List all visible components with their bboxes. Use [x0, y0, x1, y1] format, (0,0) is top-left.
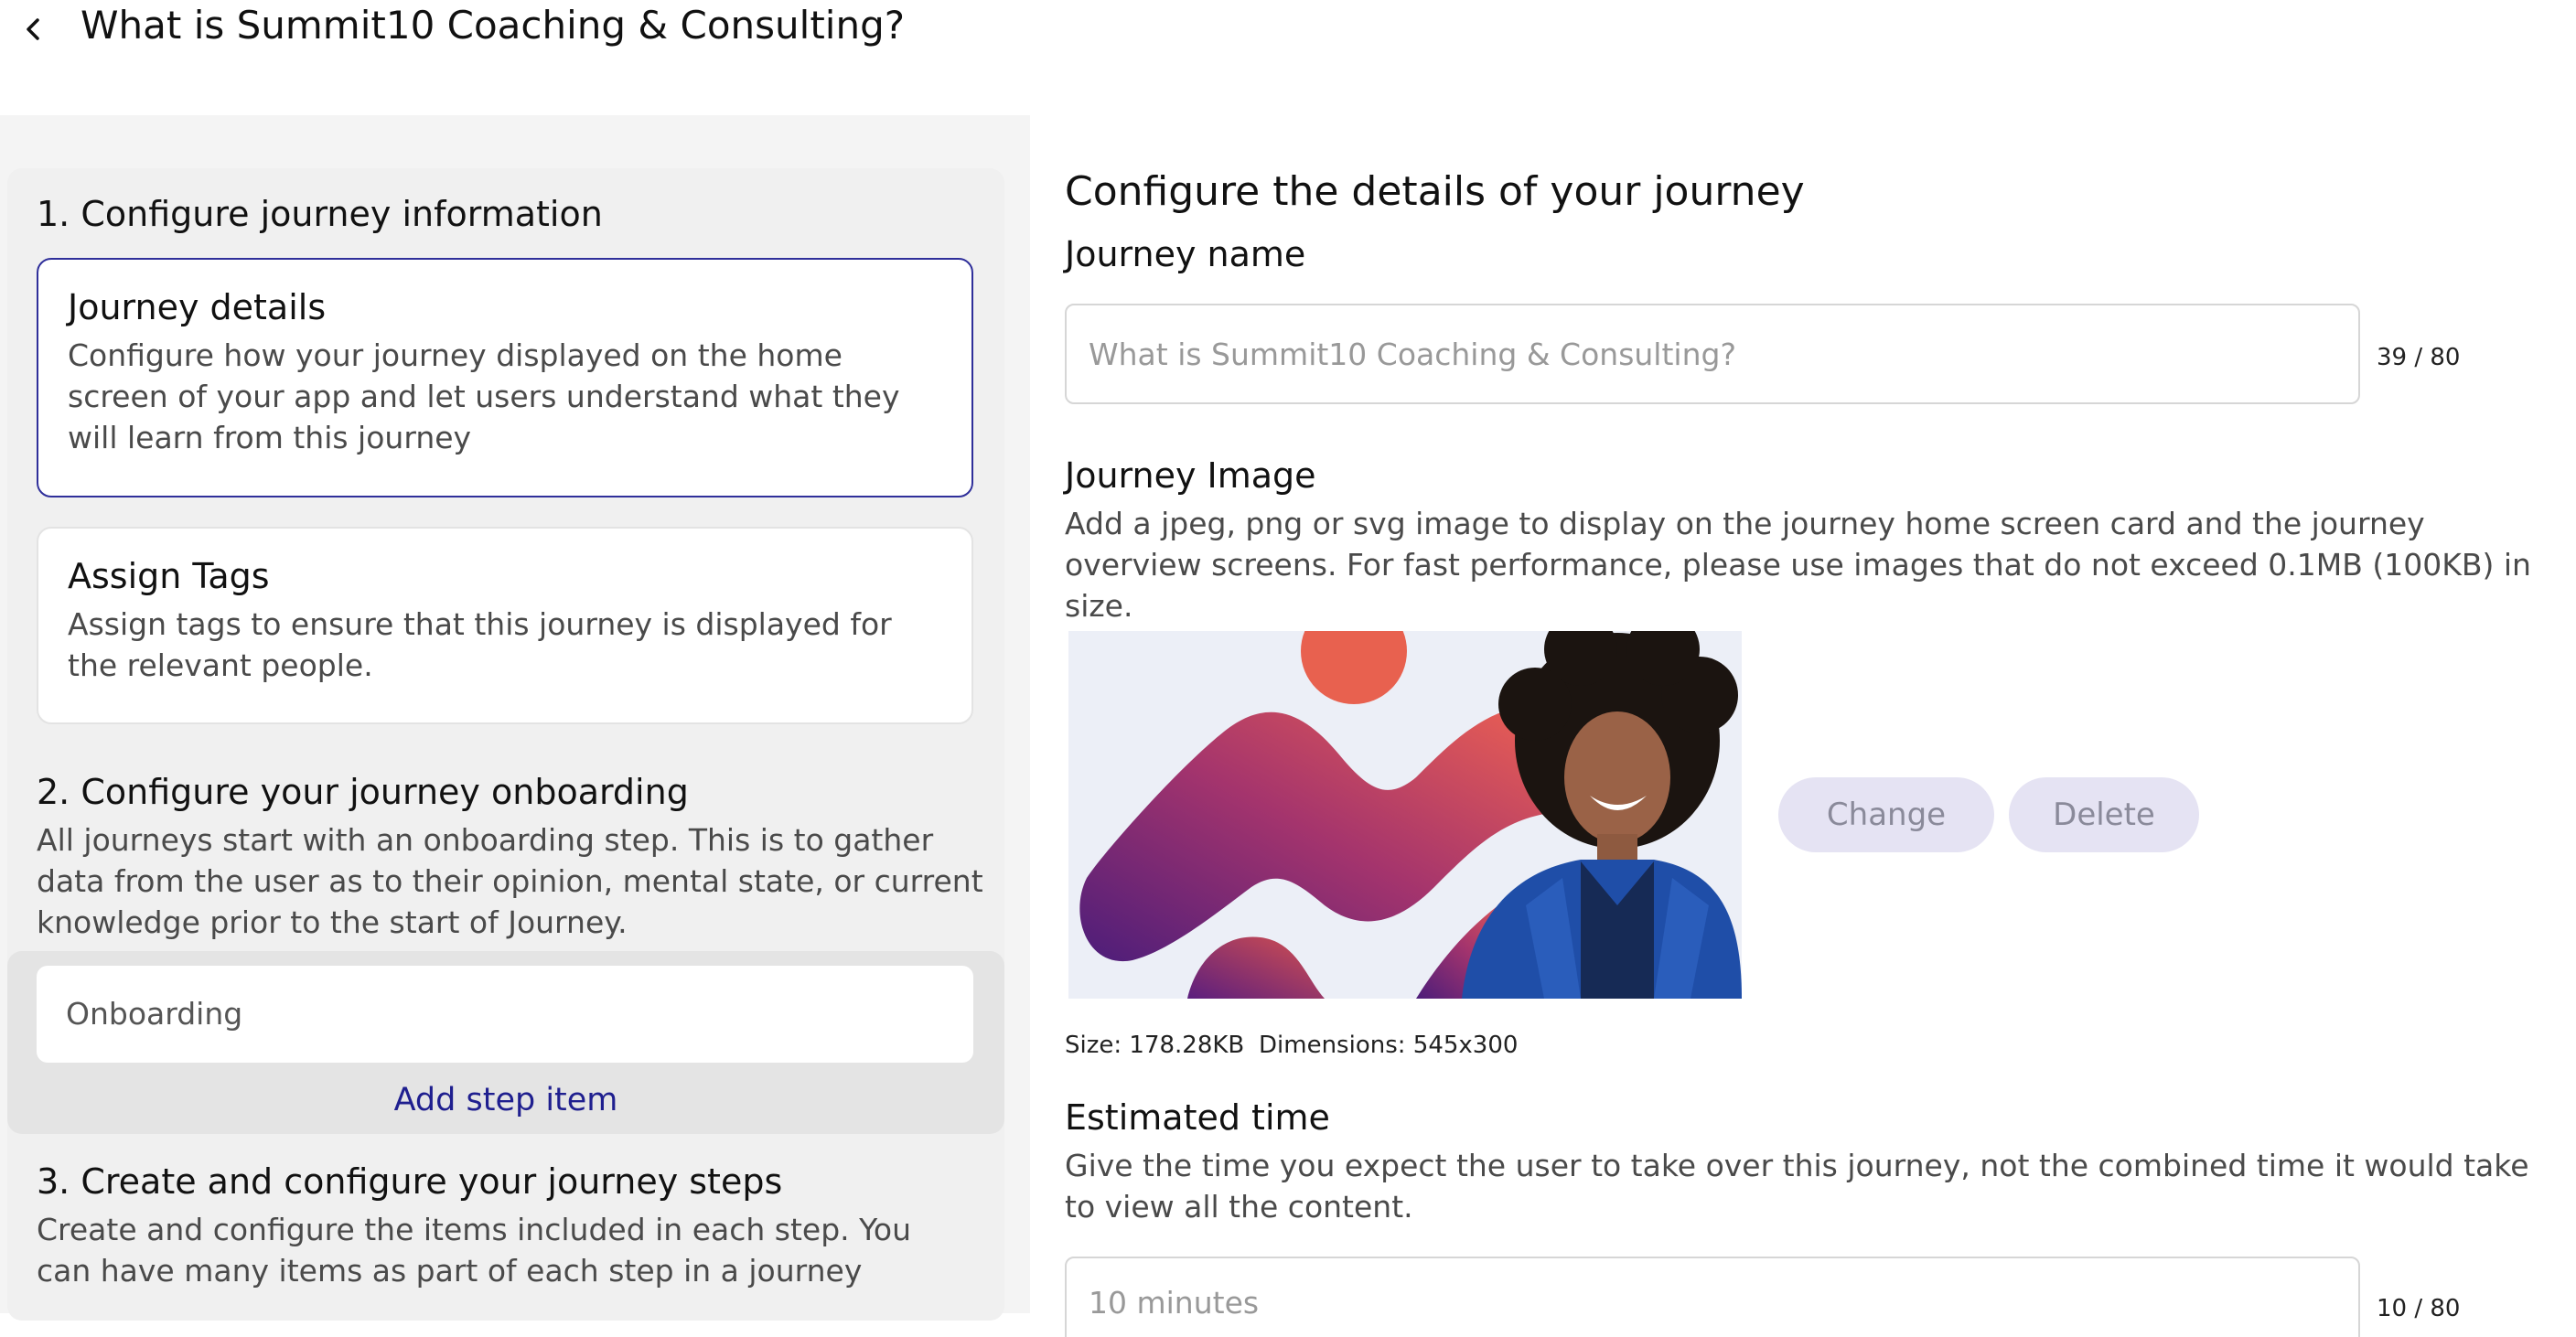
chevron-left-icon: [27, 18, 39, 40]
estimated-time-description: Give the time you expect the user to tak…: [1065, 1148, 2529, 1225]
add-step-item-link[interactable]: Add step item: [7, 1079, 1004, 1121]
journey-name-label: Journey name: [1065, 234, 1306, 274]
journey-image-preview: [1068, 631, 1742, 999]
journey-image-label: Journey Image: [1065, 455, 1316, 496]
change-image-button[interactable]: Change: [1778, 777, 1994, 852]
section-3-heading: 3. Create and configure your journey ste…: [37, 1161, 783, 1202]
card-title: Journey details: [68, 287, 327, 327]
section-2-heading: 2. Configure your journey onboarding: [37, 772, 689, 812]
section-3-description: Create and configure the items included …: [37, 1212, 912, 1289]
estimated-time-counter: 10 / 80: [2377, 1295, 2461, 1322]
estimated-time-label: Estimated time: [1065, 1097, 1330, 1138]
onboarding-step-block: Onboarding Add step item: [7, 951, 1004, 1134]
onboarding-step-item[interactable]: Onboarding: [37, 966, 973, 1063]
step-item-label: Onboarding: [66, 996, 243, 1032]
card-description: Configure how your journey displayed on …: [68, 337, 900, 455]
app-frame: What is Summit10 Coaching & Consulting? …: [0, 0, 2576, 1337]
delete-image-button[interactable]: Delete: [2009, 777, 2199, 852]
page-title: What is Summit10 Coaching & Consulting?: [80, 3, 906, 48]
left-panel: 1. Configure journey information Journey…: [0, 115, 1030, 1321]
section-2-description: All journeys start with an onboarding st…: [37, 822, 983, 940]
section-1-heading: 1. Configure journey information: [37, 194, 603, 234]
back-button[interactable]: [13, 9, 53, 49]
journey-config-steps: 1. Configure journey information Journey…: [7, 168, 1004, 1321]
journey-image-description: Add a jpeg, png or svg image to display …: [1065, 506, 2531, 624]
assign-tags-card[interactable]: Assign Tags Assign tags to ensure that t…: [37, 527, 973, 724]
journey-details-form: Configure the details of your journey Jo…: [1030, 115, 2576, 1337]
image-dimensions: Dimensions: 545x300: [1259, 1032, 1519, 1059]
top-bar: What is Summit10 Coaching & Consulting?: [0, 0, 2576, 115]
card-title: Assign Tags: [68, 556, 270, 596]
journey-details-card[interactable]: Journey details Configure how your journ…: [37, 258, 973, 497]
journey-name-input[interactable]: [1065, 304, 2360, 404]
image-size: Size: 178.28KB: [1065, 1032, 1245, 1059]
estimated-time-input[interactable]: [1065, 1257, 2360, 1337]
journey-image-artwork: [1068, 631, 1742, 999]
card-description: Assign tags to ensure that this journey …: [68, 606, 892, 683]
journey-name-counter: 39 / 80: [2377, 344, 2461, 371]
form-heading: Configure the details of your journey: [1065, 168, 1805, 215]
